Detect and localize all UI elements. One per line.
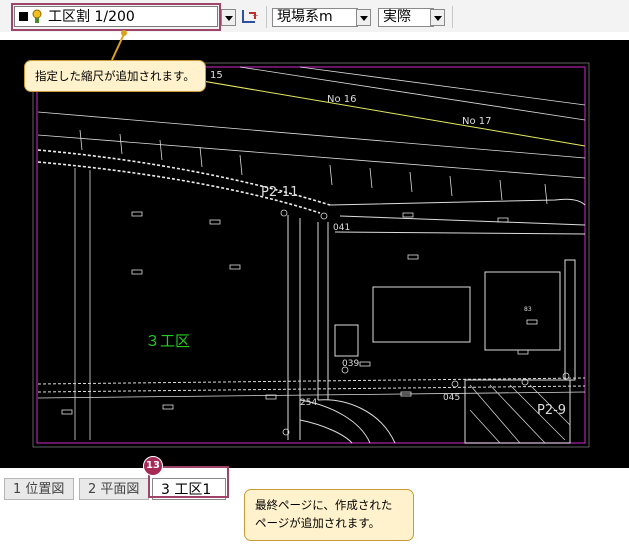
callout-page-line2: ページが追加されます。 (255, 516, 381, 530)
tab-page-1[interactable]: 1 位置図 (4, 478, 74, 500)
station-label-15: 15 (210, 70, 223, 81)
cad-drawing: 15 No 16 No 17 P2-11 P2-9 041 039 045 25… (32, 62, 590, 448)
sheet-border (36, 66, 586, 444)
coordinate-system-select[interactable]: 現場系m (272, 8, 358, 27)
scale-mode-dropdown-arrow-icon[interactable] (430, 9, 445, 26)
point-label-045: 045 (443, 393, 460, 403)
block-label-p2-9: P2-9 (537, 403, 566, 418)
block-label-p2-11: P2-11 (261, 185, 298, 200)
toolbar-separator (266, 6, 267, 28)
scale-mode-select[interactable]: 実際 (378, 8, 434, 27)
callout-page-line1: 最終ページに、作成された (255, 498, 393, 512)
point-label-041: 041 (333, 223, 350, 233)
point-label-83: 83 (524, 306, 532, 313)
coordinate-dropdown-arrow-icon[interactable] (356, 9, 371, 26)
drawing-canvas[interactable]: 15 No 16 No 17 P2-11 P2-9 041 039 045 25… (0, 40, 629, 468)
callout-scale-text: 指定した縮尺が追加されます。 (35, 69, 195, 83)
toolbar-separator (452, 6, 453, 28)
callout-scale-added: 指定した縮尺が追加されます。 (24, 60, 206, 92)
highlight-scale-select (11, 3, 221, 31)
station-label-17: No 17 (462, 116, 492, 127)
layer-dropdown-arrow-icon[interactable] (221, 9, 236, 26)
area-label: ３工区 (145, 332, 190, 350)
point-label-039: 039 (342, 359, 359, 369)
station-label-16: No 16 (327, 94, 357, 105)
svg-text:+: + (252, 11, 259, 20)
point-label-254: 254 (300, 398, 317, 408)
callout-page-added: 最終ページに、作成された ページが追加されます。 (244, 489, 414, 541)
step-badge: 13 (143, 456, 163, 476)
scale-tool-icon[interactable]: + (240, 8, 260, 26)
tab-page-2[interactable]: 2 平面図 (79, 478, 149, 500)
